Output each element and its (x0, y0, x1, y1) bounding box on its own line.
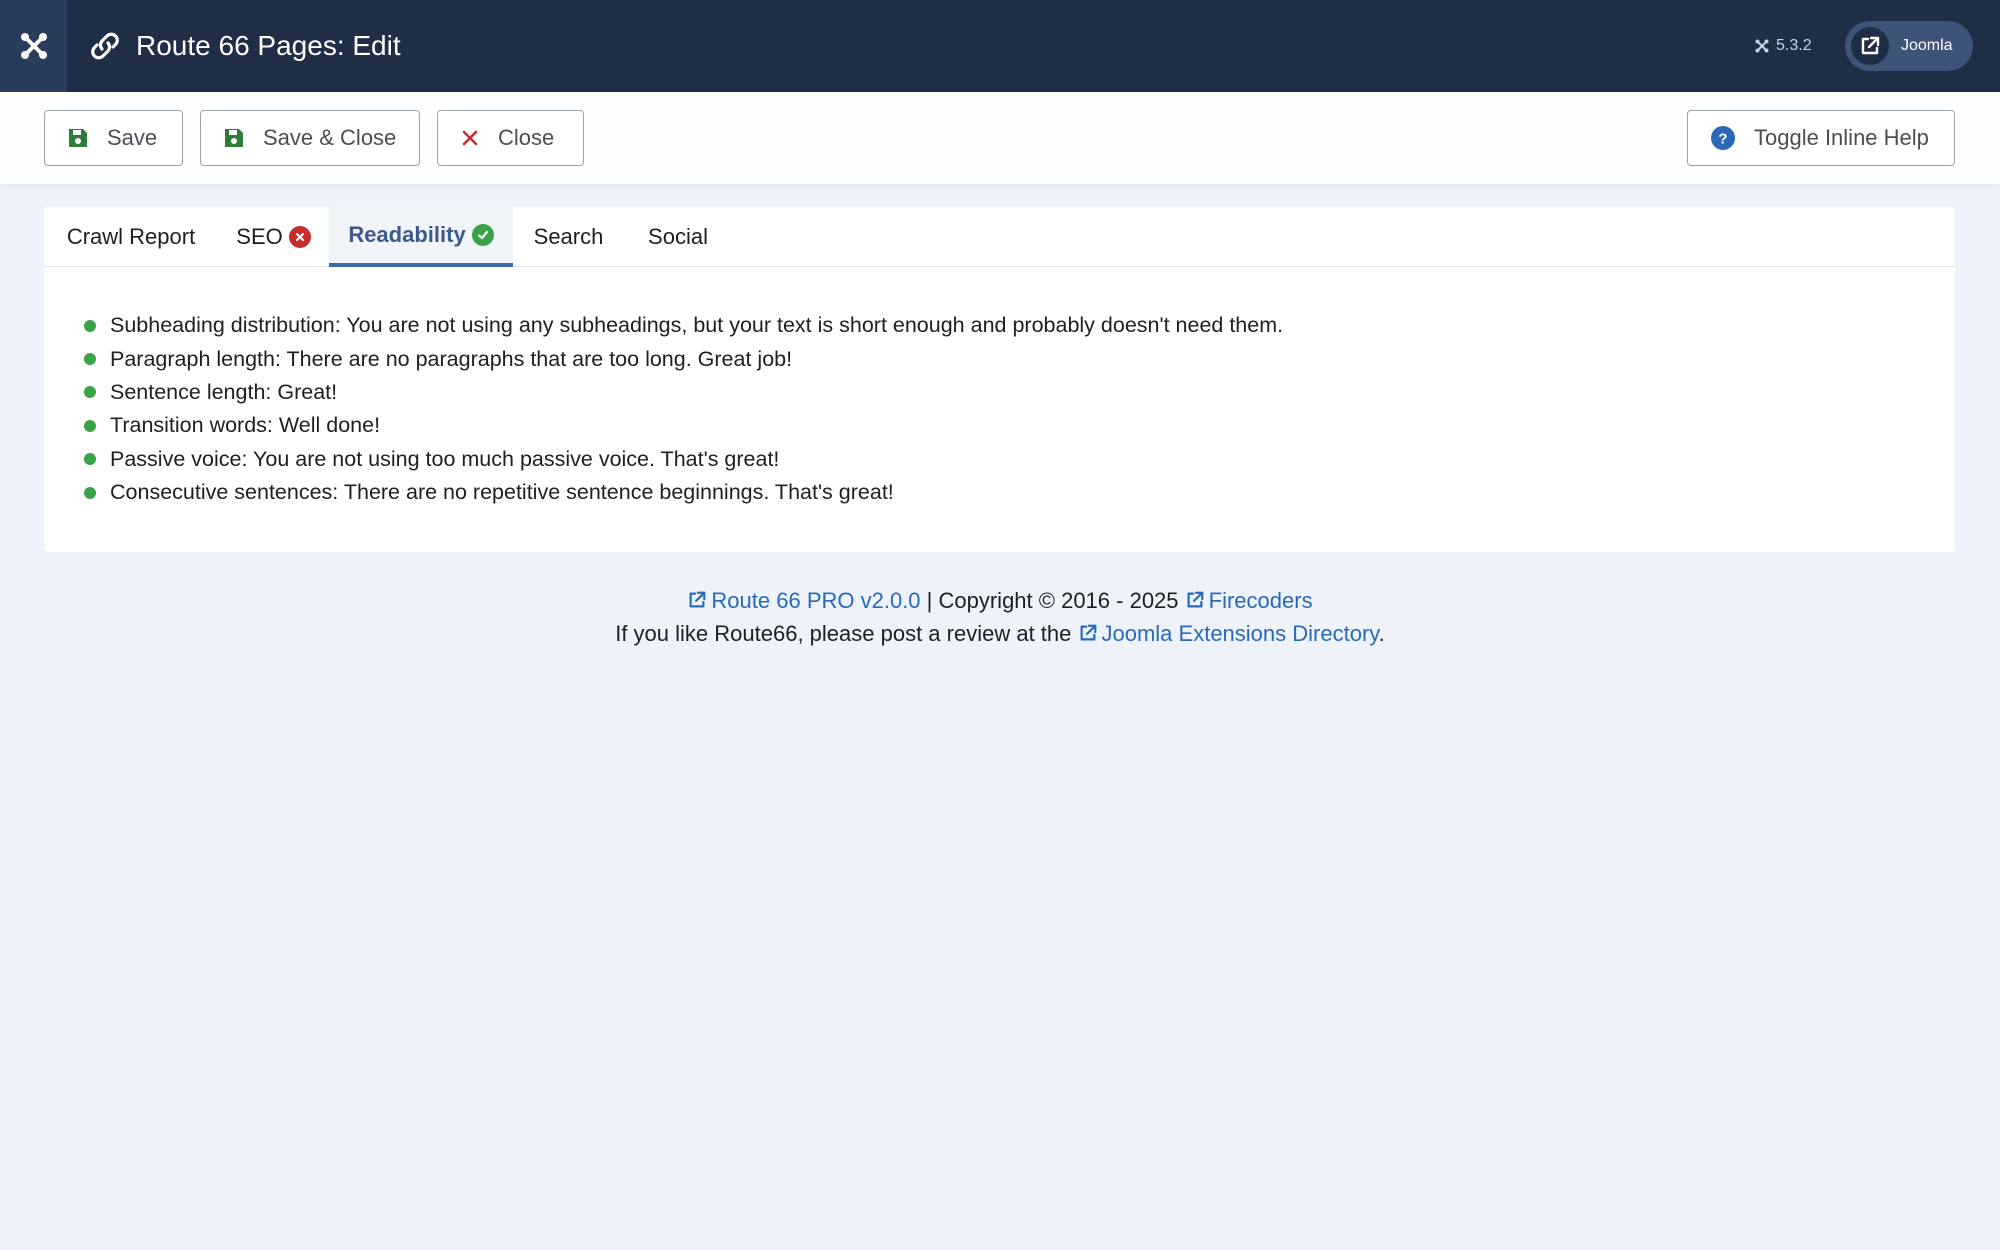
company-link-label: Firecoders (1208, 588, 1313, 613)
external-link-icon (689, 591, 706, 608)
view-site-label: Joomla (1901, 37, 1953, 54)
tab-seo[interactable]: SEO (218, 207, 329, 267)
save-close-button[interactable]: Save & Close (200, 110, 420, 166)
joomla-small-icon (1755, 39, 1769, 53)
tab-label: SEO (236, 224, 283, 249)
success-dot-icon (84, 386, 96, 399)
product-link-label: Route 66 PRO v2.0.0 (711, 588, 921, 613)
svg-text:?: ? (1718, 131, 1727, 148)
close-icon (462, 130, 478, 146)
toggle-inline-help-button[interactable]: ? Toggle Inline Help (1687, 110, 1955, 166)
result-text: Paragraph length: There are no paragraph… (110, 346, 793, 371)
tab-label: Social (648, 224, 708, 249)
copyright-text: | Copyright © 2016 - 2025 (926, 588, 1179, 613)
tab-label: Crawl Report (66, 224, 196, 249)
list-item: Consecutive sentences: There are no repe… (84, 476, 1283, 509)
close-button[interactable]: Close (437, 110, 584, 166)
view-site-button[interactable]: Joomla (1845, 21, 1973, 71)
readability-card: Crawl Report SEO Readability Search Soci… (44, 207, 1955, 552)
jed-link-label: Joomla Extensions Directory (1101, 621, 1379, 646)
tab-readability[interactable]: Readability (329, 207, 513, 267)
success-dot-icon (84, 453, 96, 466)
help-label: Toggle Inline Help (1754, 125, 1929, 150)
joomla-logo-icon (20, 33, 47, 59)
result-text: Passive voice: You are not using too muc… (110, 446, 780, 471)
footer-line-2: If you like Route66, please post a revie… (0, 617, 2000, 650)
tab-crawl-report[interactable]: Crawl Report (44, 207, 218, 267)
page-title: Route 66 Pages: Edit (136, 30, 401, 61)
success-dot-icon (84, 486, 96, 499)
success-dot-icon (84, 419, 96, 432)
success-dot-icon (84, 353, 96, 366)
tab-bar: Crawl Report SEO Readability Search Soci… (44, 207, 1955, 267)
list-item: Passive voice: You are not using too muc… (84, 443, 1283, 476)
joomla-logo[interactable] (0, 0, 67, 92)
product-link[interactable]: Route 66 PRO v2.0.0 (687, 588, 921, 613)
tab-search[interactable]: Search (513, 207, 624, 267)
review-text: If you like Route66, please post a revie… (615, 621, 1072, 646)
result-text: Consecutive sentences: There are no repe… (110, 480, 894, 505)
result-text: Transition words: Well done! (110, 413, 381, 438)
company-link[interactable]: Firecoders (1185, 588, 1313, 613)
list-item: Paragraph length: There are no paragraph… (84, 342, 1283, 375)
result-text: Sentence length: Great! (110, 379, 338, 404)
list-item: Sentence length: Great! (84, 376, 1283, 409)
tab-social[interactable]: Social (624, 207, 732, 267)
link-icon (91, 32, 119, 60)
floppy-disk-icon (69, 129, 87, 147)
external-link-icon (1187, 591, 1204, 608)
external-link-icon (1851, 27, 1889, 65)
save-close-label: Save & Close (263, 125, 397, 150)
version-label: 5.3.2 (1776, 37, 1812, 54)
result-text: Subheading distribution: You are not usi… (110, 313, 1284, 338)
floppy-disk-icon (225, 129, 243, 147)
readability-results: Subheading distribution: You are not usi… (84, 309, 1283, 509)
error-badge-icon (288, 226, 311, 248)
top-header: Route 66 Pages: Edit 5.3.2 Joomla (0, 0, 2000, 92)
list-item: Subheading distribution: You are not usi… (84, 309, 1283, 342)
footer-period: . (1378, 621, 1385, 646)
external-link-icon (1080, 624, 1096, 641)
question-circle-icon: ? (1711, 126, 1735, 150)
save-label: Save (107, 125, 158, 150)
page-footer: Route 66 PRO v2.0.0 | Copyright © 2016 -… (0, 584, 2000, 650)
success-dot-icon (84, 319, 96, 332)
version-info: 5.3.2 (1754, 0, 1812, 92)
success-badge-icon (471, 224, 494, 246)
jed-link[interactable]: Joomla Extensions Directory (1078, 621, 1379, 646)
list-item: Transition words: Well done! (84, 409, 1283, 442)
footer-line-1: Route 66 PRO v2.0.0 | Copyright © 2016 -… (0, 584, 2000, 617)
save-button[interactable]: Save (44, 110, 183, 166)
close-label: Close (498, 125, 555, 150)
tab-label: Readability (348, 222, 466, 247)
tab-label: Search (533, 224, 604, 249)
toolbar: Save Save & Close Close ? Toggle Inline … (0, 92, 2000, 184)
